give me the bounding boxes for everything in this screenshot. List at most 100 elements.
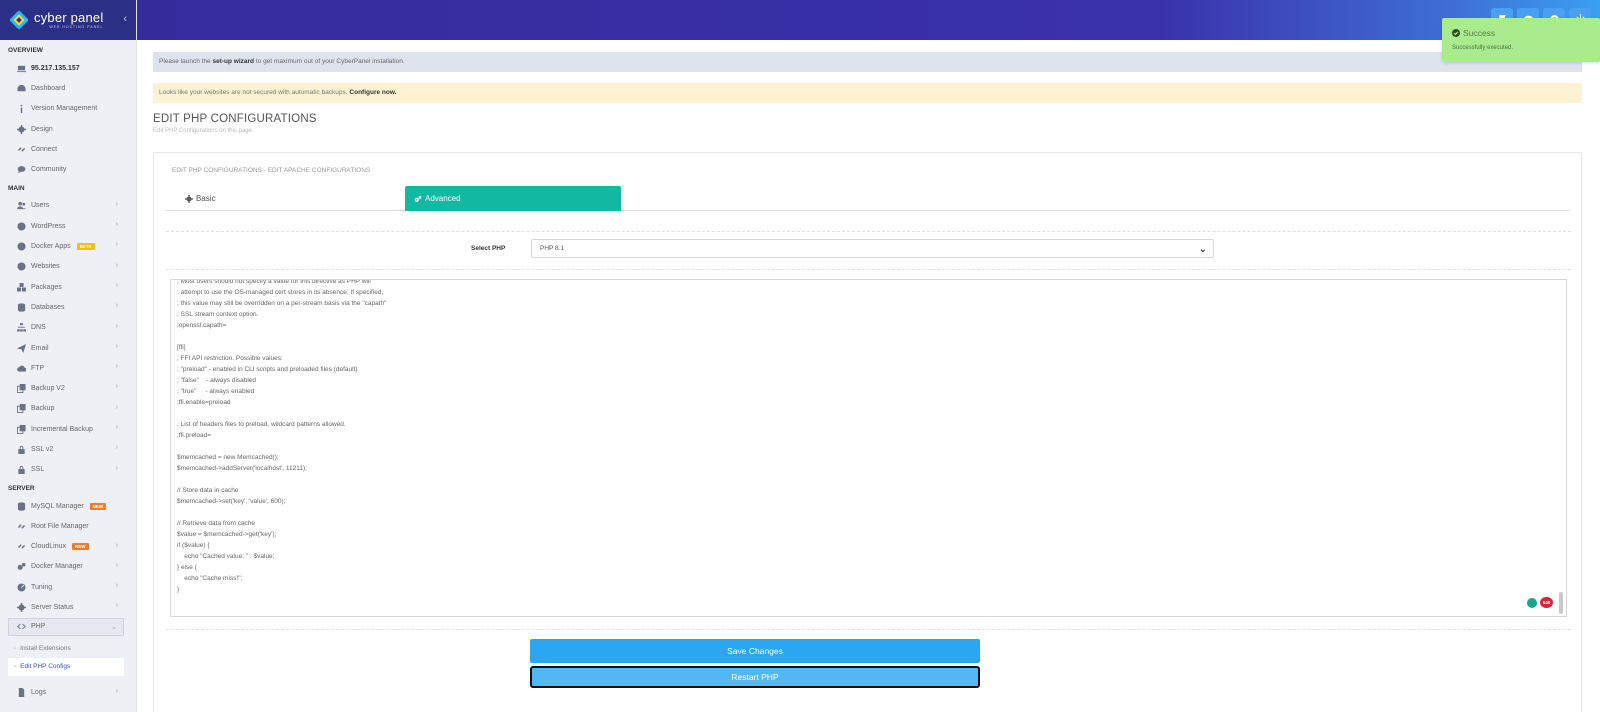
chevron-right-icon: › (115, 200, 118, 208)
sidebar-item-docker-apps[interactable]: Docker Apps BETA › (0, 236, 136, 256)
status-badge: NEW (72, 543, 89, 551)
sidebar-item-php[interactable]: PHP ⌄ (8, 617, 124, 636)
sidebar-subitem-install-extensions[interactable]: ◦ Install Extensions (8, 640, 124, 658)
tab-basic-label: Basic (196, 194, 216, 203)
tab-advanced[interactable]: Advanced (405, 186, 621, 211)
sidebar-item-label: Community (31, 166, 67, 174)
link-icon (16, 144, 26, 154)
logo-text: cyber panel WEB HOSTING PANEL (34, 11, 103, 29)
chevron-right-icon: › (115, 464, 118, 472)
sidebar-item-label: Logs (31, 689, 47, 697)
configure-now-link[interactable]: Configure now. (349, 89, 396, 96)
panel-title: EDIT PHP CONFIGURATIONS - EDIT APACHE CO… (172, 167, 371, 174)
sidebar-item-websites[interactable]: Websites › (0, 257, 136, 277)
lock-icon (16, 465, 26, 475)
chevron-right-icon: › (115, 403, 118, 411)
sidebar-item-connect[interactable]: Connect (0, 139, 136, 159)
restart-php-button[interactable]: Restart PHP (530, 666, 980, 688)
file-icon (16, 688, 26, 698)
select-php-label: Select PHP (471, 245, 506, 252)
sidebar-subitem-edit-php-configs[interactable]: ◦ Edit PHP Configs (8, 657, 124, 676)
sidebar-subitem-label: Install Extensions (20, 645, 71, 653)
users-icon (16, 201, 26, 211)
sidebar-item-label: Backup (31, 405, 55, 413)
cloud-upload-icon (16, 363, 26, 373)
cogs-icon (16, 562, 26, 572)
sidebar-item-root-file-manager[interactable]: Root File Manager (0, 516, 136, 536)
toast-title: Success (1452, 28, 1495, 38)
alert-text: Looks like your websites are not secured… (159, 89, 350, 96)
sidebar-item-docker-manager[interactable]: Docker Manager › (0, 557, 136, 577)
chevron-right-icon: › (115, 561, 118, 569)
topbar (137, 0, 1600, 40)
cyberpanel-logo-icon[interactable] (9, 10, 29, 30)
sidebar-item-label: Backup V2 (31, 385, 65, 393)
nav-php-submenu: ◦ Install Extensions ◦ Edit PHP Configs (0, 640, 136, 676)
link-icon (16, 521, 26, 531)
sidebar-item-users[interactable]: Users › (0, 196, 136, 216)
sidebar-item-cloudlinux[interactable]: CloudLinux NEW › (0, 537, 136, 557)
sidebar-item-ftp[interactable]: FTP › (0, 358, 136, 378)
toast-message: Successfully executed. (1452, 45, 1514, 51)
gauge-icon (16, 582, 26, 592)
chevron-right-icon: › (115, 383, 118, 391)
sidebar-item-label: Server Status (31, 604, 74, 612)
chevron-right-icon: › (115, 221, 118, 229)
grammar-error-count[interactable]: 640 (1540, 597, 1553, 608)
config-panel: EDIT PHP CONFIGURATIONS - EDIT APACHE CO… (153, 152, 1582, 712)
globe-icon (16, 262, 26, 272)
sidebar-item-community[interactable]: Community (0, 159, 136, 179)
php-version-select[interactable]: PHP 8.1 ⌄ (531, 239, 1214, 258)
chevron-right-icon: › (115, 363, 118, 371)
tab-bar: Basic Advanced (165, 185, 1570, 211)
sidebar-item-label: Users (31, 202, 50, 210)
tab-basic[interactable]: Basic (185, 186, 216, 211)
check-circle-icon (1452, 29, 1460, 37)
copy-icon (16, 404, 26, 414)
chevron-left-icon[interactable]: ‹ (123, 13, 127, 25)
php-config-editor[interactable]: ; Most users should not specify a value … (170, 279, 1567, 617)
sidebar-item-label: Connect (31, 145, 58, 153)
divider (166, 269, 1571, 270)
logo-tagline: WEB HOSTING PANEL (49, 25, 104, 29)
copy-icon (16, 424, 26, 434)
sidebar-item-label: MySQL Manager (31, 502, 84, 510)
sidebar-item-dashboard[interactable]: Dashboard (0, 78, 136, 98)
sidebar-item-server-status[interactable]: Server Status › (0, 597, 136, 617)
sidebar-item-backup[interactable]: Backup › (0, 399, 136, 419)
setup-wizard-link[interactable]: set-up wizard (212, 58, 254, 65)
sidebar-item-label: DNS (31, 324, 46, 332)
sidebar-item-tuning[interactable]: Tuning › (0, 577, 136, 597)
gear-icon (16, 603, 26, 613)
sidebar-item-dns[interactable]: DNS › (0, 318, 136, 338)
sidebar-item-version-management[interactable]: Version Management (0, 99, 136, 119)
sitemap-icon (16, 323, 26, 333)
sidebar-item-wordpress[interactable]: WordPress › (0, 216, 136, 236)
section-label-main: MAIN (8, 184, 25, 192)
chevron-right-icon: › (115, 541, 118, 549)
sidebar-item-databases[interactable]: Databases › (0, 297, 136, 317)
setup-wizard-alert: Please launch the set-up wizard to get m… (153, 52, 1582, 72)
sidebar-item-mysql-manager[interactable]: MySQL Manager NEW (0, 496, 136, 516)
sidebar-item-95-217-135-157[interactable]: 95.217.135.157 (0, 58, 136, 78)
sidebar-item-packages[interactable]: Packages › (0, 277, 136, 297)
sidebar-item-label: CloudLinux (31, 543, 67, 551)
sidebar-item-logs[interactable]: Logs › (0, 683, 136, 703)
sidebar-item-label: Incremental Backup (31, 425, 93, 433)
grammarly-icon[interactable] (1527, 598, 1537, 608)
toast-title-text: Success (1463, 28, 1496, 38)
database-icon (16, 501, 26, 511)
chevron-right-icon: › (115, 424, 118, 432)
docker-icon (16, 242, 26, 252)
sidebar-item-ssl[interactable]: SSL › (0, 460, 136, 480)
success-toast[interactable]: Success Successfully executed. (1442, 18, 1600, 62)
editor-scrollbar[interactable] (1559, 592, 1563, 614)
save-changes-button[interactable]: Save Changes (530, 639, 980, 663)
sidebar-item-ssl-v2[interactable]: SSL v2 › (0, 439, 136, 459)
sidebar-item-backup-v2[interactable]: Backup V2 › (0, 378, 136, 398)
config-code: ; Most users should not specify a value … (177, 279, 387, 593)
sidebar-item-incremental-backup[interactable]: Incremental Backup › (0, 419, 136, 439)
sidebar-item-design[interactable]: Design (0, 119, 136, 139)
sidebar-item-label: WordPress (31, 222, 66, 230)
sidebar-item-email[interactable]: Email › (0, 338, 136, 358)
